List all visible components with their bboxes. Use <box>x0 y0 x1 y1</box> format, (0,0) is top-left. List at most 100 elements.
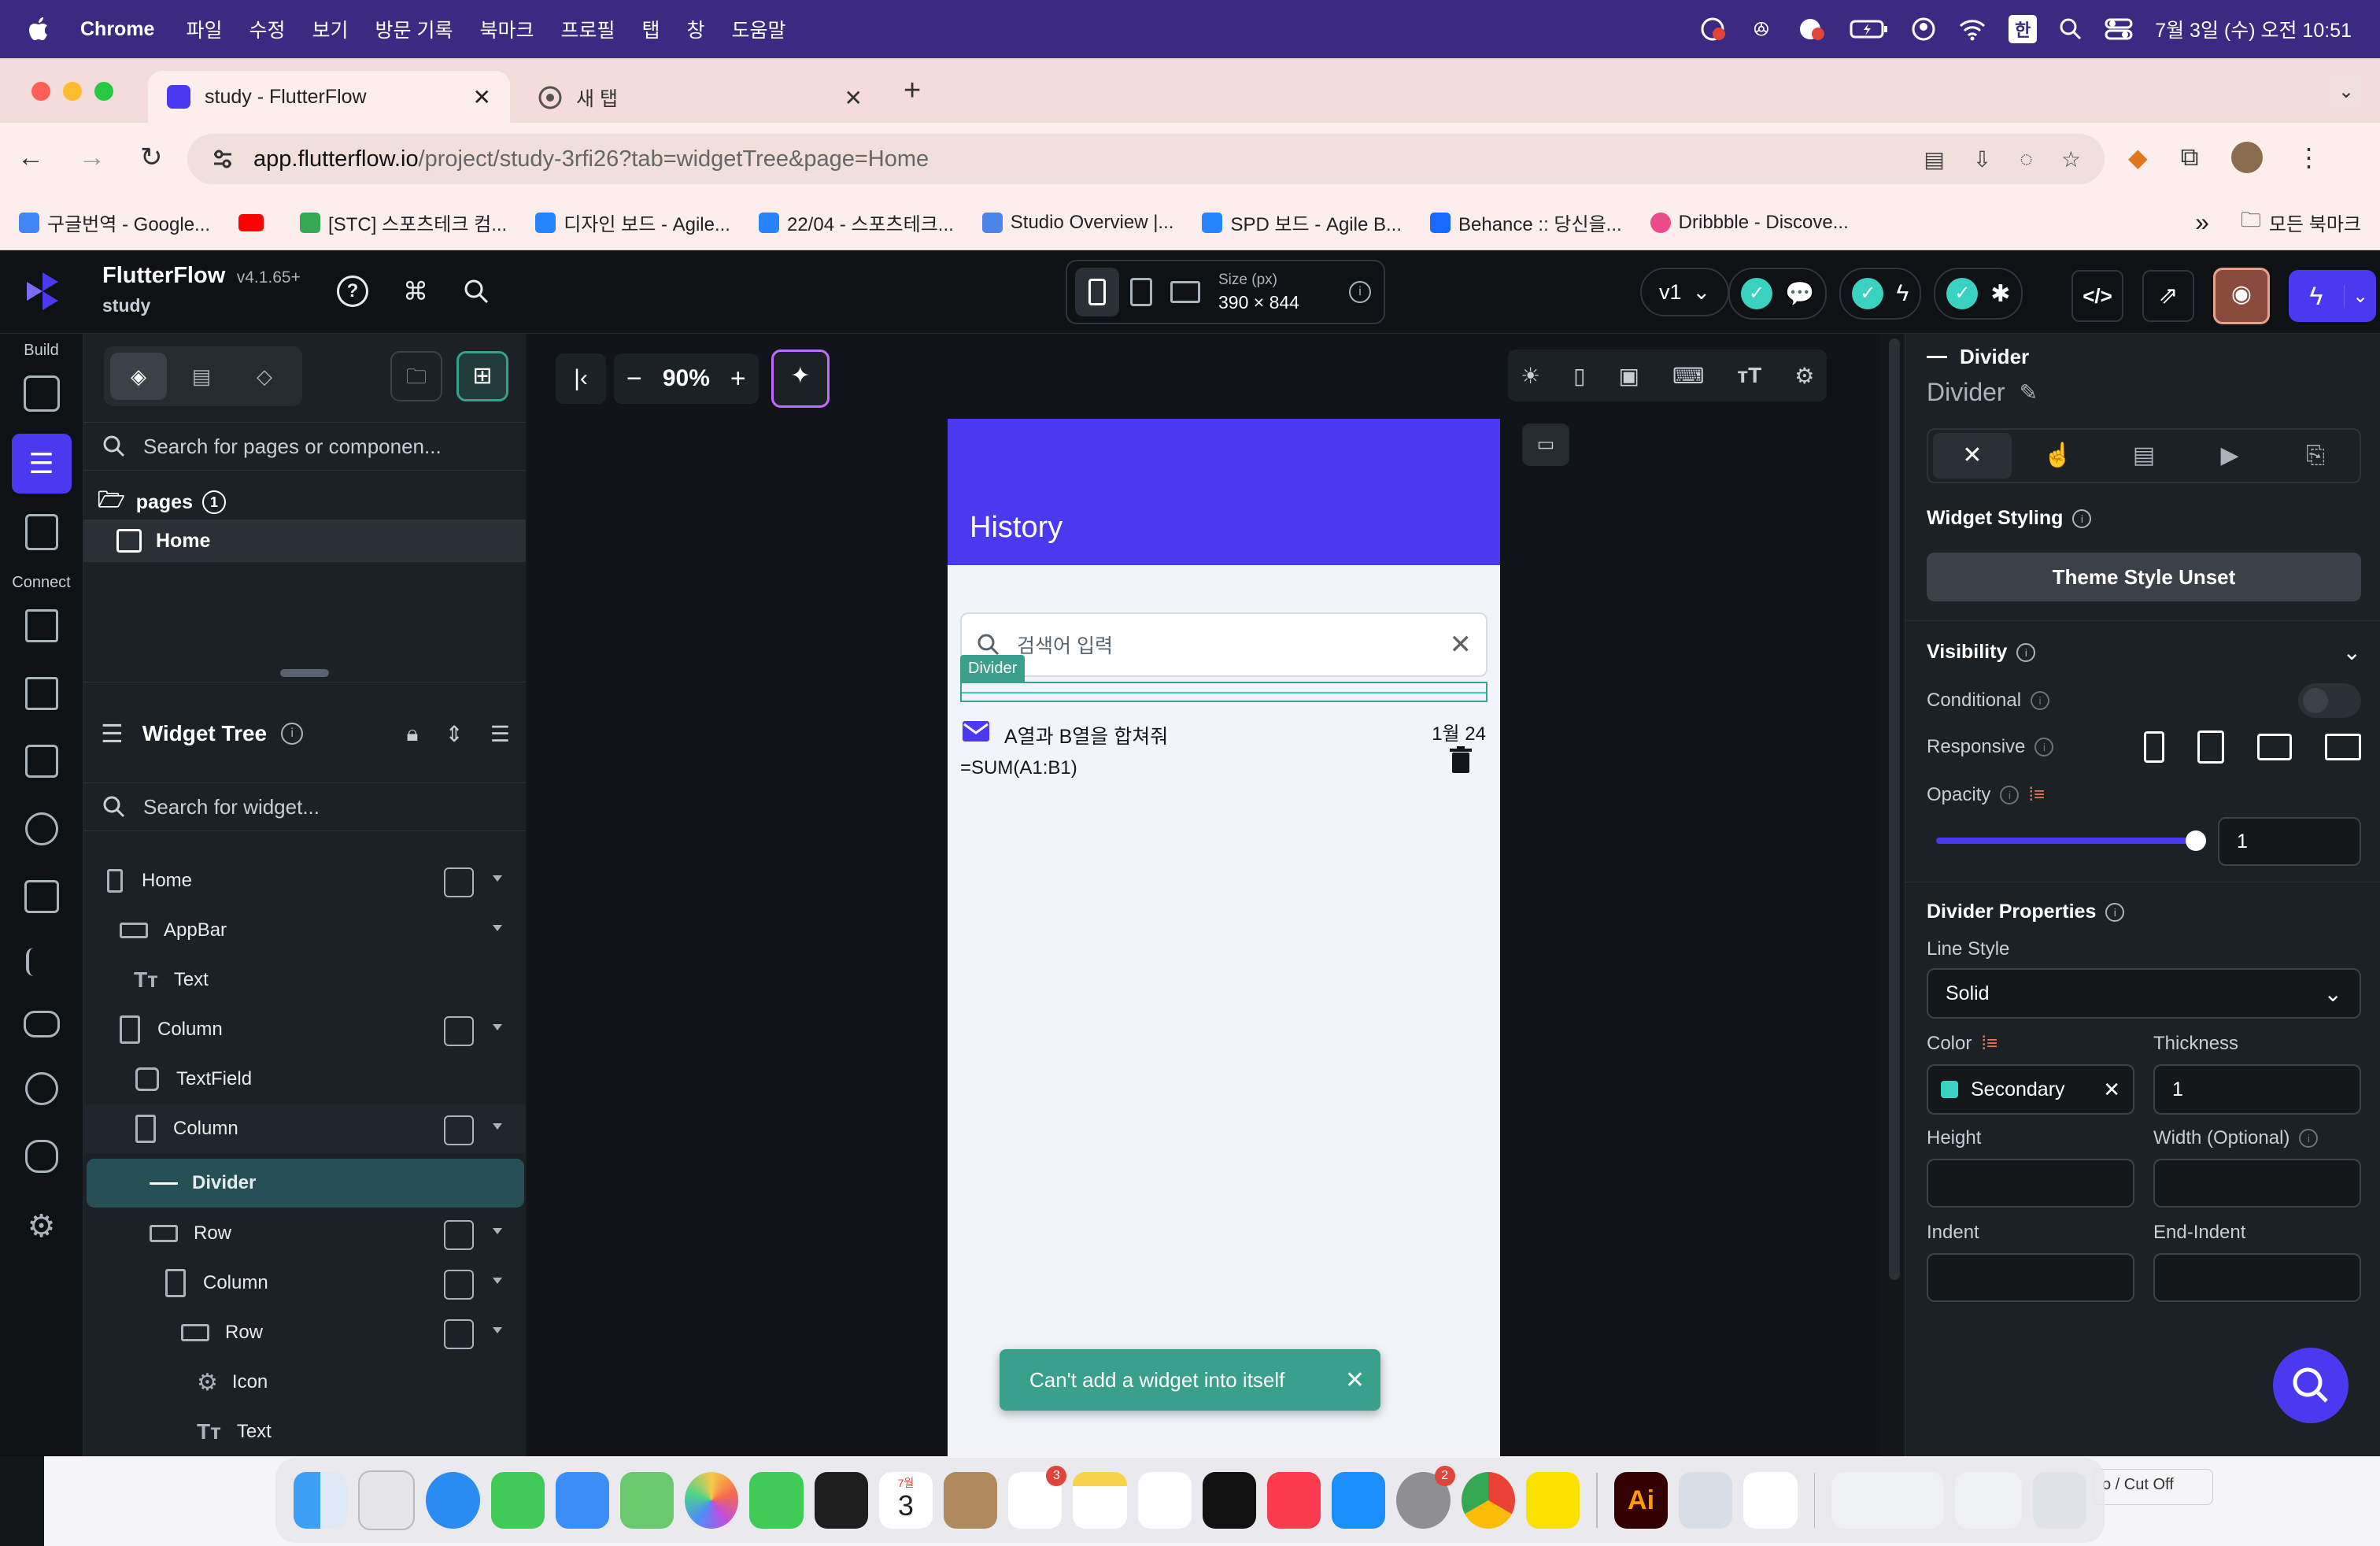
messages-icon[interactable] <box>490 1472 545 1529</box>
profile-avatar[interactable] <box>2231 142 2264 173</box>
expand-caret-icon[interactable] <box>493 1123 502 1130</box>
window-zoom-button[interactable] <box>94 82 113 101</box>
kakaotalk-icon[interactable] <box>1525 1472 1580 1529</box>
ai-gen-icon[interactable]: ✦ <box>771 350 830 408</box>
tree-node-column[interactable]: Column <box>83 1259 526 1307</box>
media-assets-rail-icon[interactable] <box>24 880 59 913</box>
responsive-phone-icon[interactable] <box>2144 731 2164 763</box>
end-indent-input[interactable] <box>2153 1253 2361 1302</box>
info-icon[interactable]: i <box>2105 902 2125 922</box>
tree-node-appbar[interactable]: AppBar <box>83 906 526 955</box>
menu-window[interactable]: 창 <box>687 15 705 43</box>
bookmark-star-icon[interactable]: ☆ <box>2061 146 2081 172</box>
site-info-icon[interactable] <box>211 147 235 171</box>
eye-off-icon[interactable]: ◌ <box>2020 146 2033 172</box>
ai-agents-rail-icon[interactable] <box>24 1072 58 1105</box>
zoom-in-icon[interactable]: + <box>730 364 746 394</box>
tree-node-textfield[interactable]: TextField <box>83 1055 526 1104</box>
history-list-item[interactable]: A열과 B열을 합쳐줘 1월 24 <box>962 713 1489 749</box>
pages-folder[interactable]: 🗁 pages 1 <box>98 483 226 521</box>
window-close-button[interactable] <box>31 82 50 101</box>
menubar-clock[interactable]: 7월 3일 (수) 오전 10:51 <box>2155 15 2352 43</box>
api-calls-rail-icon[interactable] <box>24 745 58 778</box>
add-widget-rail-icon[interactable] <box>23 375 60 412</box>
tab-close-icon[interactable]: ✕ <box>844 85 863 111</box>
bookmark-item[interactable]: Dribbble - Discove... <box>1650 212 1849 234</box>
info-icon[interactable]: i <box>2072 509 2092 528</box>
freeform-icon[interactable] <box>1137 1472 1192 1529</box>
expand-caret-icon[interactable] <box>493 875 502 882</box>
install-app-icon[interactable]: ⇩ <box>1973 146 1991 172</box>
recent-document-icon[interactable] <box>1831 1472 1944 1529</box>
cloud-functions-rail-icon[interactable] <box>23 1011 60 1037</box>
forward-arrow-icon[interactable]: → <box>79 142 105 173</box>
reload-icon[interactable]: ↻ <box>140 142 163 173</box>
desktop-device-icon[interactable] <box>1163 268 1207 316</box>
add-page-button[interactable]: ⊞ <box>456 351 508 401</box>
responsive-desktop-icon[interactable] <box>2325 734 2361 760</box>
bookmark-item[interactable]: SPD 보드 - Agile B... <box>1202 209 1402 236</box>
portrait-icon[interactable]: ▯ <box>1573 363 1585 389</box>
tree-node-column[interactable]: Column <box>83 1104 526 1153</box>
expand-caret-icon[interactable] <box>493 1278 502 1284</box>
photos-icon[interactable] <box>685 1472 739 1529</box>
tree-node-text[interactable]: Tт Text <box>83 1407 526 1456</box>
expand-collapse-icon[interactable]: ⇕ <box>445 721 463 747</box>
expand-caret-icon[interactable] <box>493 925 502 931</box>
search-icon[interactable] <box>463 278 490 305</box>
bookmark-item[interactable] <box>238 213 272 231</box>
visibility-header[interactable]: Visibility i ⌄ <box>1927 639 2361 665</box>
menu-bookmarks[interactable]: 북마크 <box>479 15 534 43</box>
window-minimize-button[interactable] <box>63 82 82 101</box>
storyboard-rail-icon[interactable] <box>24 514 58 550</box>
battery-icon[interactable] <box>1850 17 1889 42</box>
size-info-icon[interactable]: i <box>1349 281 1371 303</box>
app-bar[interactable]: History <box>948 419 1500 565</box>
tree-node-text[interactable]: Tт Text <box>83 956 526 1004</box>
info-icon[interactable]: i <box>2034 738 2054 756</box>
info-icon[interactable]: i <box>2000 786 2020 804</box>
safe-area-icon[interactable]: ▣ <box>1619 363 1639 389</box>
chevron-down-icon[interactable]: ⌄ <box>2343 639 2361 665</box>
mail-icon[interactable] <box>555 1472 610 1529</box>
control-center-icon[interactable] <box>2105 17 2133 41</box>
tab-close-icon[interactable]: ✕ <box>473 84 491 110</box>
all-bookmarks[interactable]: 🗀 모든 북마크 <box>2241 205 2361 240</box>
responsive-tablet-icon[interactable] <box>2197 730 2224 764</box>
bookmark-item[interactable]: Studio Overview |... <box>981 212 1173 234</box>
tab-actions-icon[interactable]: ☝ <box>2019 433 2097 479</box>
tree-node-divider[interactable]: Divider <box>87 1159 524 1208</box>
safari-icon[interactable] <box>426 1472 480 1529</box>
selected-divider[interactable] <box>960 682 1488 702</box>
props-widget-name[interactable]: Divider ✎ <box>1927 378 2038 407</box>
open-external-icon[interactable]: ⇗ <box>2142 270 2194 322</box>
project-name[interactable]: study <box>102 295 301 316</box>
apple-icon[interactable] <box>28 17 49 41</box>
info-icon[interactable]: i <box>2299 1129 2319 1148</box>
trash-icon[interactable] <box>1450 746 1472 773</box>
widget-tree-rail-icon[interactable]: ☰ <box>11 434 72 494</box>
wifi-icon[interactable] <box>1958 17 1986 42</box>
debug-status[interactable]: ✓ ✱ <box>1934 268 2023 320</box>
keyboard-icon[interactable]: ⌨ <box>1672 363 1704 389</box>
command-palette-icon[interactable]: ⌘ <box>403 276 428 306</box>
bookmark-item[interactable]: [STC] 스포츠테크 컴... <box>300 209 507 236</box>
page-search[interactable]: Search for pages or componen... <box>83 422 526 471</box>
zoom-level[interactable]: 90% <box>663 365 710 392</box>
branch-selector[interactable]: v1 ⌄ <box>1640 268 1730 316</box>
tab-animations-icon[interactable]: ▶ <box>2190 433 2269 479</box>
conditional-toggle[interactable] <box>2298 683 2361 718</box>
calendar-icon[interactable]: 7월 3 <box>878 1472 933 1529</box>
system-settings-icon[interactable]: 2 <box>1396 1466 1455 1529</box>
indent-input[interactable] <box>1927 1253 2134 1302</box>
actions-status[interactable]: ✓ ϟ <box>1839 268 1922 320</box>
widget-search[interactable]: Search for widget... <box>83 782 526 831</box>
panel-resize-handle[interactable] <box>280 669 329 677</box>
tree-node-home[interactable]: Home <box>83 856 526 905</box>
light-mode-icon[interactable]: ☀ <box>1521 363 1540 389</box>
tablet-device-icon[interactable] <box>1119 268 1163 316</box>
facetime-icon[interactable] <box>749 1472 804 1529</box>
add-child-icon[interactable] <box>444 1319 474 1349</box>
theme-style-button[interactable]: Theme Style Unset <box>1927 553 2361 601</box>
music-icon[interactable] <box>1267 1472 1321 1529</box>
